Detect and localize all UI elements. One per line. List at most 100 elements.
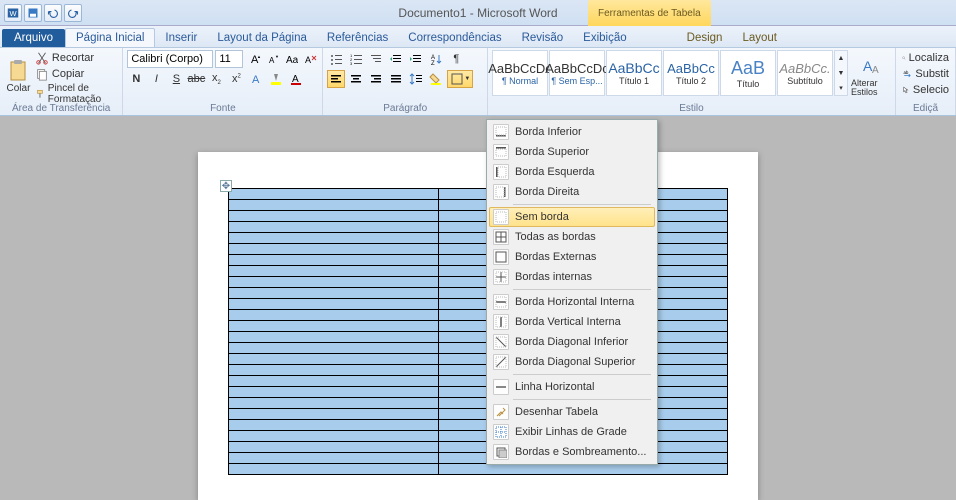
- strike-icon[interactable]: abc: [187, 70, 205, 88]
- table-cell[interactable]: [229, 200, 439, 211]
- border-menu-item-4[interactable]: Sem borda: [489, 207, 655, 227]
- border-menu-item-13[interactable]: Desenhar Tabela: [489, 402, 655, 422]
- table-cell[interactable]: [438, 464, 727, 475]
- style-heading2[interactable]: AaBbCcTítulo 2: [663, 50, 719, 96]
- table-cell[interactable]: [229, 376, 439, 387]
- line-spacing-icon[interactable]: [407, 70, 425, 88]
- border-menu-item-12[interactable]: Linha Horizontal: [489, 377, 655, 397]
- table-cell[interactable]: [229, 431, 439, 442]
- table-cell[interactable]: [229, 222, 439, 233]
- border-menu-item-11[interactable]: Borda Diagonal Superior: [489, 352, 655, 372]
- highlight-icon[interactable]: [267, 70, 285, 88]
- show-hide-icon[interactable]: ¶: [447, 50, 465, 68]
- font-size-combo[interactable]: [215, 50, 243, 68]
- align-right-icon[interactable]: [367, 70, 385, 88]
- style-heading1[interactable]: AaBbCcTítulo 1: [606, 50, 662, 96]
- table-cell[interactable]: [229, 354, 439, 365]
- border-menu-item-2[interactable]: Borda Esquerda: [489, 162, 655, 182]
- tab-table-design[interactable]: Design: [677, 29, 733, 47]
- table-cell[interactable]: [229, 398, 439, 409]
- text-effects-icon[interactable]: A: [247, 70, 265, 88]
- increase-indent-icon[interactable]: [407, 50, 425, 68]
- tab-references[interactable]: Referências: [317, 29, 398, 47]
- tab-table-layout[interactable]: Layout: [732, 29, 787, 47]
- table-cell[interactable]: [229, 299, 439, 310]
- numbering-icon[interactable]: 123: [347, 50, 365, 68]
- table-cell[interactable]: [229, 211, 439, 222]
- tab-insert[interactable]: Inserir: [155, 29, 207, 47]
- paste-button[interactable]: Colar: [4, 50, 33, 102]
- font-name-combo[interactable]: [127, 50, 213, 68]
- italic-icon[interactable]: I: [147, 70, 165, 88]
- table-cell[interactable]: [229, 387, 439, 398]
- file-tab[interactable]: Arquivo: [2, 29, 65, 47]
- table-move-handle[interactable]: ✥: [220, 180, 232, 192]
- border-menu-item-7[interactable]: Bordas internas: [489, 267, 655, 287]
- style-no-spacing[interactable]: AaBbCcDc¶ Sem Esp...: [549, 50, 605, 96]
- table-cell[interactable]: [229, 321, 439, 332]
- redo-icon[interactable]: [64, 4, 82, 22]
- border-menu-item-10[interactable]: Borda Diagonal Inferior: [489, 332, 655, 352]
- table-cell[interactable]: [229, 332, 439, 343]
- subscript-icon[interactable]: x2: [207, 70, 225, 88]
- multilevel-icon[interactable]: [367, 50, 385, 68]
- border-menu-item-15[interactable]: Bordas e Sombreamento...: [489, 442, 655, 462]
- font-color-icon[interactable]: A: [287, 70, 305, 88]
- style-gallery-scroll[interactable]: ▲▼▾: [834, 50, 848, 96]
- borders-button[interactable]: ▼: [447, 70, 473, 88]
- table-cell[interactable]: [229, 189, 439, 200]
- change-styles-button[interactable]: AA Alterar Estilos: [851, 50, 891, 102]
- tab-page-layout[interactable]: Layout da Página: [207, 29, 317, 47]
- style-subtitle[interactable]: AaBbCc.Subtítulo: [777, 50, 833, 96]
- grow-font-icon[interactable]: A▲: [245, 50, 262, 68]
- table-cell[interactable]: [229, 266, 439, 277]
- table-cell[interactable]: [229, 442, 439, 453]
- replace-button[interactable]: abSubstit: [900, 66, 951, 82]
- copy-button[interactable]: Copiar: [33, 66, 118, 82]
- table-cell[interactable]: [229, 453, 439, 464]
- border-menu-item-1[interactable]: Borda Superior: [489, 142, 655, 162]
- tab-mailings[interactable]: Correspondências: [398, 29, 511, 47]
- undo-icon[interactable]: [44, 4, 62, 22]
- table-cell[interactable]: [229, 255, 439, 266]
- bold-icon[interactable]: N: [127, 70, 145, 88]
- decrease-indent-icon[interactable]: [387, 50, 405, 68]
- table-cell[interactable]: [229, 277, 439, 288]
- change-case-icon[interactable]: Aa: [283, 50, 300, 68]
- align-center-icon[interactable]: [347, 70, 365, 88]
- superscript-icon[interactable]: x2: [227, 70, 245, 88]
- table-cell[interactable]: [229, 464, 439, 475]
- style-title[interactable]: AaBTítulo: [720, 50, 776, 96]
- border-menu-item-14[interactable]: Exibir Linhas de Grade: [489, 422, 655, 442]
- border-menu-item-5[interactable]: Todas as bordas: [489, 227, 655, 247]
- table-cell[interactable]: [229, 288, 439, 299]
- word-icon[interactable]: W: [4, 4, 22, 22]
- bullets-icon[interactable]: [327, 50, 345, 68]
- table-cell[interactable]: [229, 310, 439, 321]
- table-cell[interactable]: [229, 409, 439, 420]
- find-button[interactable]: Localiza: [900, 50, 951, 66]
- sort-icon[interactable]: AZ: [427, 50, 445, 68]
- border-menu-item-9[interactable]: Borda Vertical Interna: [489, 312, 655, 332]
- table-cell[interactable]: [229, 244, 439, 255]
- border-menu-item-3[interactable]: Borda Direita: [489, 182, 655, 202]
- justify-icon[interactable]: [387, 70, 405, 88]
- style-normal[interactable]: AaBbCcDc¶ Normal: [492, 50, 548, 96]
- cut-button[interactable]: Recortar: [33, 50, 118, 66]
- table-cell[interactable]: [229, 420, 439, 431]
- shrink-font-icon[interactable]: A▼: [264, 50, 281, 68]
- table-cell[interactable]: [229, 233, 439, 244]
- tab-view[interactable]: Exibição: [573, 29, 636, 47]
- shading-icon[interactable]: [427, 70, 445, 88]
- align-left-icon[interactable]: [327, 70, 345, 88]
- table-cell[interactable]: [229, 365, 439, 376]
- underline-icon[interactable]: S: [167, 70, 185, 88]
- save-icon[interactable]: [24, 4, 42, 22]
- table-cell[interactable]: [229, 343, 439, 354]
- border-menu-item-6[interactable]: Bordas Externas: [489, 247, 655, 267]
- tab-home[interactable]: Página Inicial: [65, 28, 155, 47]
- border-menu-item-8[interactable]: Borda Horizontal Interna: [489, 292, 655, 312]
- border-menu-item-0[interactable]: Borda Inferior: [489, 122, 655, 142]
- tab-review[interactable]: Revisão: [512, 29, 574, 47]
- select-button[interactable]: Selecio: [900, 82, 951, 98]
